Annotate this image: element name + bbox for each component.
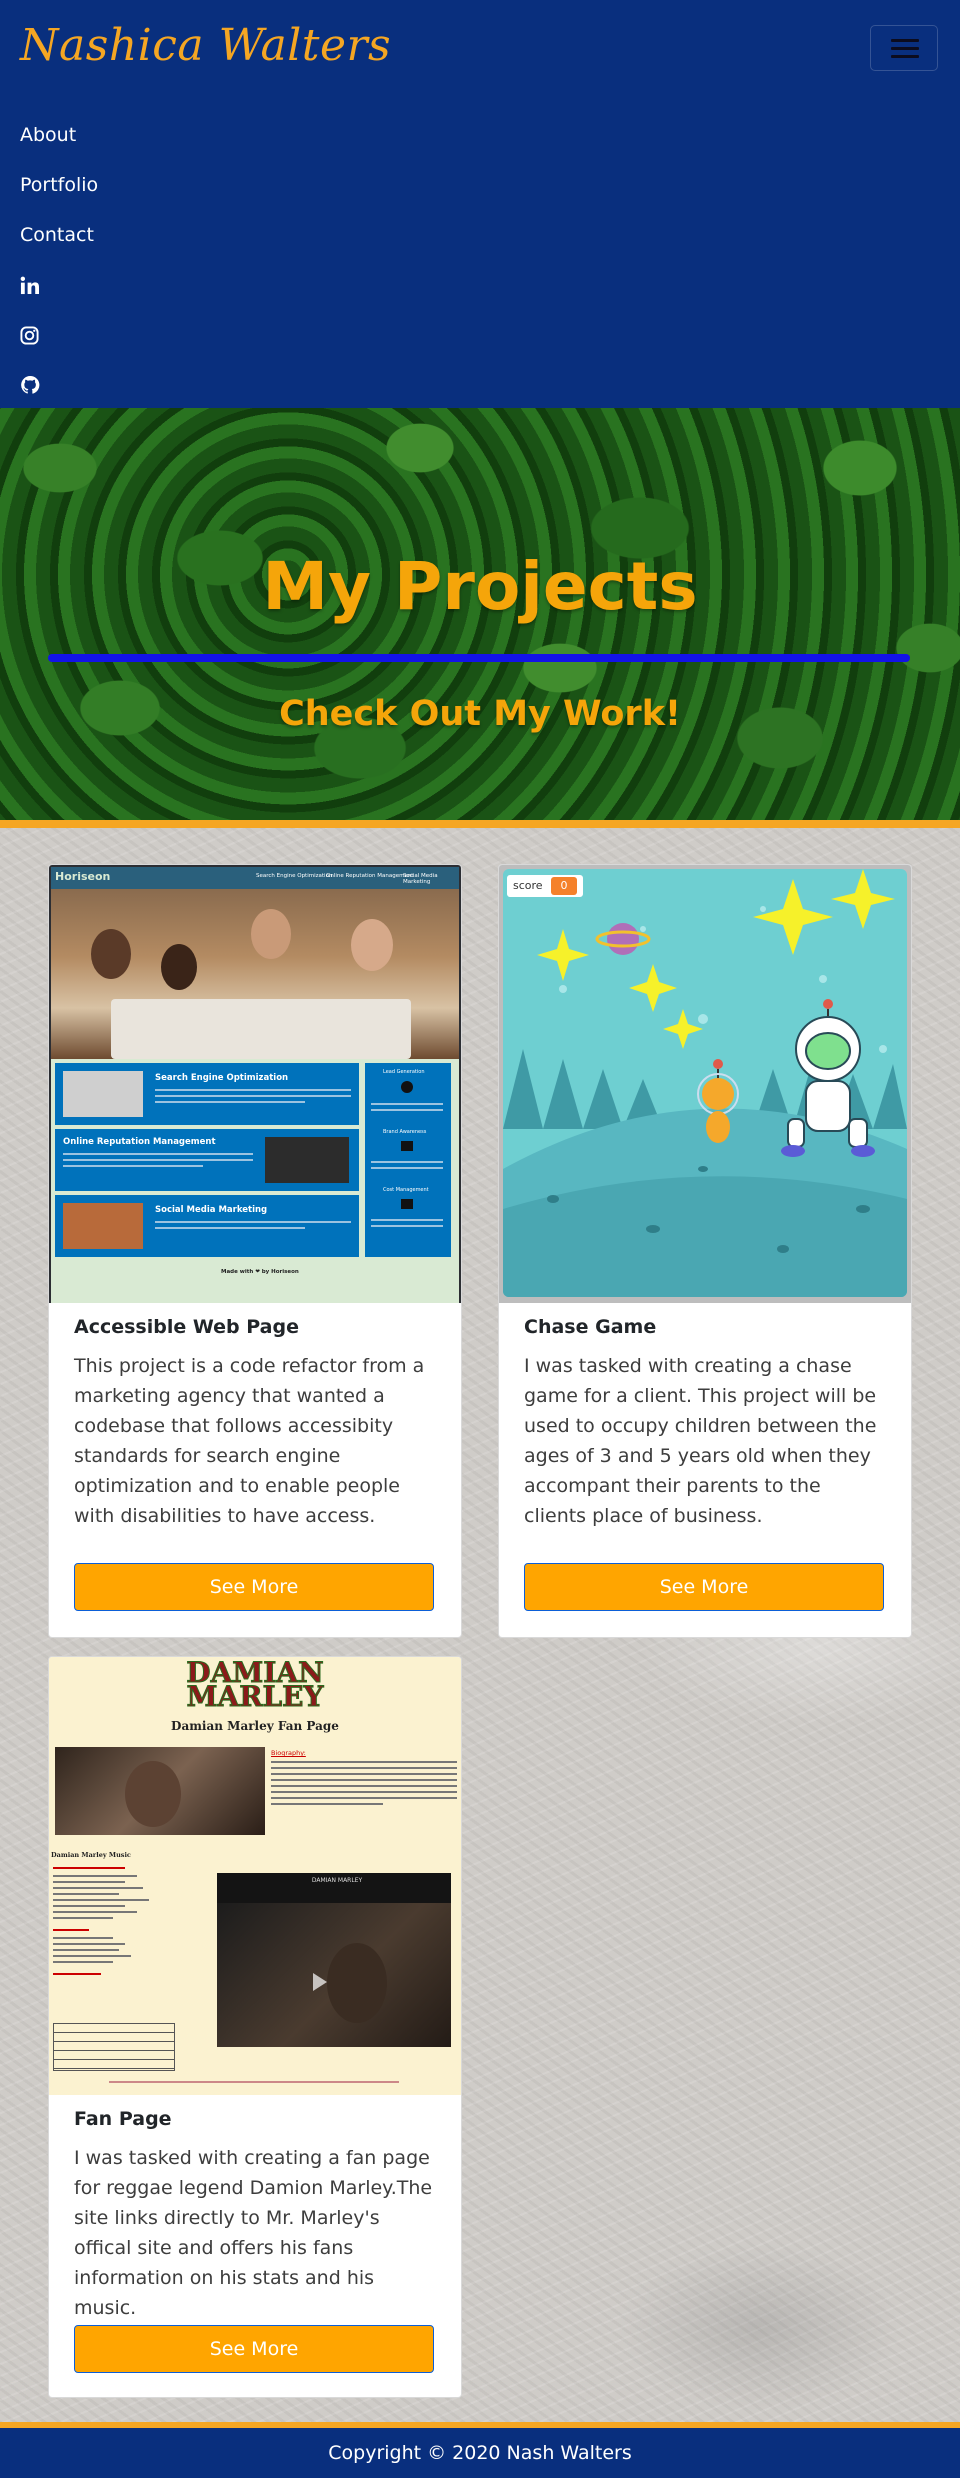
fan-footer-text	[109, 2081, 399, 2083]
fan-bio-label: Biography:	[271, 1749, 306, 1757]
fan-music-list	[53, 1867, 173, 1981]
projects-section: Horiseon Search Engine Optimization Onli…	[0, 828, 960, 2424]
fan-page-title: Damian Marley Fan Page	[171, 1719, 339, 1733]
fan-logo: DAMIAN MARLEY	[49, 1658, 461, 1713]
thumb-nav-item: Search Engine Optimization	[256, 873, 333, 879]
game-illustration	[503, 869, 907, 1297]
thumb-body: Search Engine Optimization Online Reputa…	[51, 1059, 459, 1303]
thumb-header: Horiseon Search Engine Optimization Onli…	[51, 867, 459, 889]
fan-logo-line: MARLEY	[186, 1680, 324, 1713]
thumb-hero-photo	[51, 889, 459, 1059]
project-screenshot[interactable]: DAMIAN MARLEY Damian Marley Fan Page Bio…	[49, 1657, 461, 2095]
thumb-nav-item: Online Reputation Management	[326, 873, 414, 879]
thumb-brand: Horiseon	[55, 870, 111, 883]
see-more-button[interactable]: See More	[74, 2325, 434, 2373]
project-card-chase-game: score 0 Chase Game I was tasked with cre…	[498, 864, 912, 1638]
video-logo: DAMIAN MARLEY	[311, 1877, 363, 1884]
card-title: Accessible Web Page	[74, 1316, 299, 1338]
thumb-section-title: Social Media Marketing	[155, 1205, 268, 1215]
project-card-accessible-web-page: Horiseon Search Engine Optimization Onli…	[48, 864, 462, 1638]
fan-awards-table	[53, 2023, 175, 2071]
hero-divider	[48, 654, 910, 662]
score-value: 0	[551, 877, 577, 895]
thumb-side-title: Brand Awareness	[383, 1129, 427, 1135]
project-screenshot[interactable]: Horiseon Search Engine Optimization Onli…	[49, 865, 461, 1303]
thumb-section-title: Search Engine Optimization	[155, 1073, 289, 1083]
hero-bottom-border	[0, 820, 960, 828]
hamburger-icon-bar	[891, 55, 919, 58]
project-screenshot[interactable]: score 0	[499, 865, 911, 1303]
card-description: I was tasked with creating a fan page fo…	[74, 2147, 433, 2319]
card-title: Chase Game	[524, 1316, 657, 1338]
card-description: I was tasked with creating a chase game …	[524, 1355, 877, 1527]
linkedin-icon[interactable]	[20, 276, 39, 295]
thumb-footer: Made with ❤ by Horiseon	[221, 1269, 299, 1275]
hero-banner: My Projects Check Out My Work!	[0, 408, 960, 824]
fan-video-embed[interactable]: DAMIAN MARLEY	[217, 1873, 451, 2047]
nav-contact-link[interactable]: Contact	[20, 224, 94, 246]
nav-portfolio-link[interactable]: Portfolio	[20, 174, 98, 196]
see-more-button[interactable]: See More	[524, 1563, 884, 1611]
score-label: score	[513, 879, 543, 892]
hamburger-icon	[891, 39, 919, 42]
score-display: score 0	[507, 875, 583, 897]
see-more-button[interactable]: See More	[74, 1563, 434, 1611]
nav-about-link[interactable]: About	[20, 124, 76, 146]
game-scene: score 0	[503, 869, 907, 1297]
fan-music-label: Damian Marley Music	[51, 1851, 131, 1859]
card-title: Fan Page	[74, 2108, 172, 2130]
copyright-text: Copyright © 2020 Nash Walters	[328, 2442, 632, 2464]
navbar: Nashica Walters About Portfolio Contact	[0, 0, 960, 408]
thumb-nav-item: Social Media Marketing	[403, 873, 438, 885]
thumb-side-title: Cost Management	[383, 1187, 429, 1193]
footer: Copyright © 2020 Nash Walters	[0, 2428, 960, 2478]
github-icon[interactable]	[20, 375, 40, 395]
nav-list: About Portfolio Contact	[20, 110, 98, 410]
thumb-side-title: Lead Generation	[383, 1069, 425, 1075]
menu-toggle-button[interactable]	[870, 25, 938, 71]
brand-logo[interactable]: Nashica Walters	[20, 20, 391, 71]
hero-title: My Projects	[262, 548, 698, 625]
hamburger-icon-bar	[891, 47, 919, 50]
fan-photo	[55, 1747, 265, 1835]
thumb-section-title: Online Reputation Management	[63, 1137, 216, 1147]
project-card-fan-page: DAMIAN MARLEY Damian Marley Fan Page Bio…	[48, 1656, 462, 2398]
instagram-icon[interactable]	[20, 325, 39, 345]
hero-subtitle: Check Out My Work!	[279, 694, 681, 734]
card-description: This project is a code refactor from a m…	[74, 1355, 425, 1527]
play-icon[interactable]	[313, 1973, 327, 1991]
fan-bio-text	[271, 1761, 457, 1809]
